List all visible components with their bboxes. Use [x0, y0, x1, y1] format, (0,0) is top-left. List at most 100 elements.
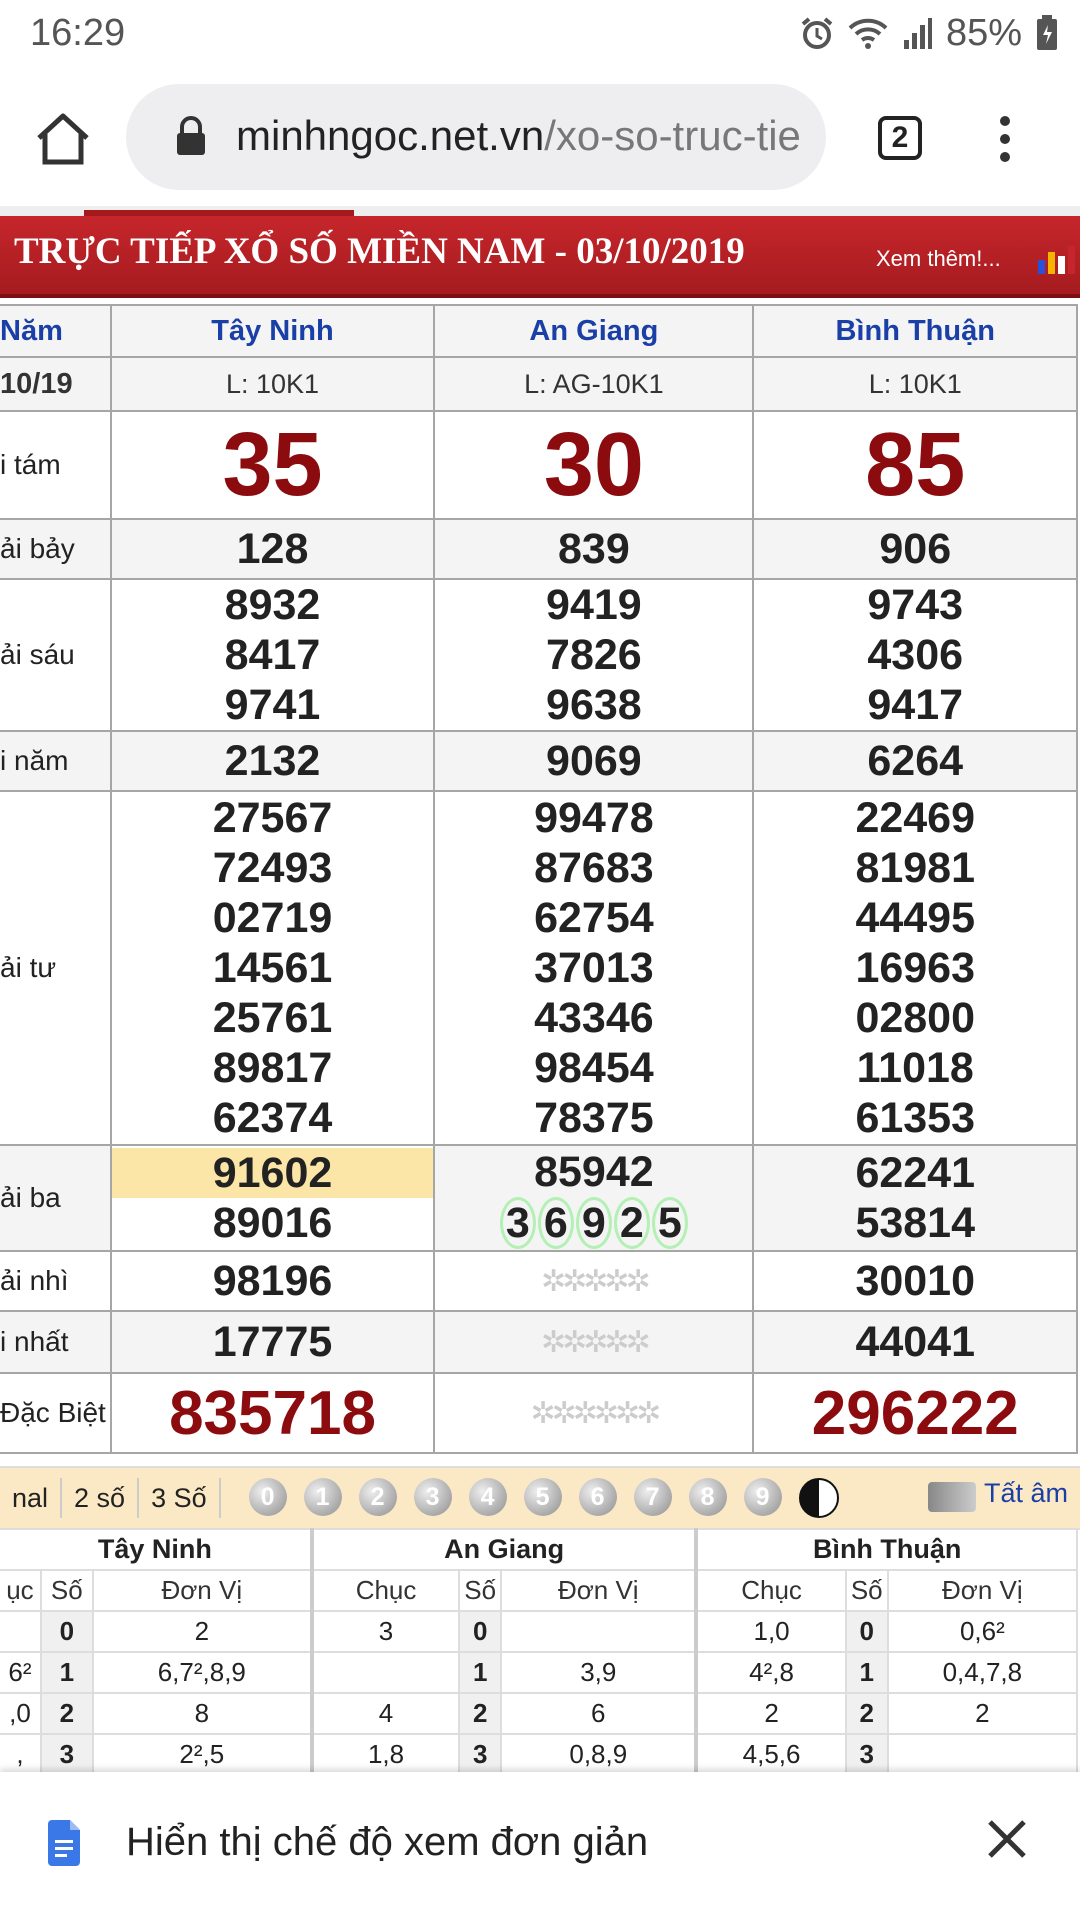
prize-g7-value: 839	[433, 518, 755, 580]
stats-cell: 2	[91, 1610, 314, 1653]
prize-g4-cell: 99478 87683 62754 37013 43346 98454 78375	[433, 790, 755, 1146]
province-name[interactable]: An Giang	[433, 304, 755, 358]
digit-filter-button[interactable]: 4	[468, 1478, 507, 1516]
lottery-code: L: 10K1	[109, 356, 436, 412]
prize-g3-value: 53814	[855, 1199, 976, 1247]
battery-percent: 85%	[945, 11, 1022, 54]
digit-filter-button[interactable]: 9	[743, 1478, 782, 1516]
special-prize-value: 296222	[752, 1372, 1078, 1454]
province-name[interactable]: Tây Ninh	[109, 304, 436, 358]
digit-filter-button[interactable]: 2	[358, 1478, 397, 1516]
url-path: /xo-so-truc-tie	[544, 112, 801, 159]
battery-icon	[1037, 15, 1057, 50]
tab-switcher-button[interactable]: 2	[878, 116, 922, 160]
stats-cell: 1,8	[310, 1733, 461, 1772]
prize-g4-value: 61353	[855, 1094, 976, 1142]
prize-g6-value: 9417	[867, 681, 964, 729]
prize-g4-cell: 27567 72493 02719 14561 25761 89817 62374	[109, 790, 436, 1146]
digit-filter-button[interactable]: 1	[303, 1478, 342, 1516]
url-text[interactable]: minhngoc.net.vn/xo-so-truc-tie	[236, 106, 806, 166]
stats-head-digit: 1	[844, 1651, 889, 1694]
banner-title: TRỰC TIẾP XỔ SỐ MIỀN NAM - 03/10/2019	[14, 231, 745, 272]
wifi-icon	[848, 18, 888, 49]
close-icon[interactable]	[984, 1816, 1030, 1862]
prize-g4-value: 43346	[534, 994, 654, 1042]
prize-g3-cell: 62241 53814	[752, 1144, 1078, 1252]
prize-label-g7: ải bảy	[0, 518, 112, 580]
prize-g4-value: 11018	[856, 1044, 974, 1092]
stats-cell: 0,4,7,8	[886, 1651, 1079, 1694]
prize-g5-value: 2132	[109, 730, 436, 792]
simplified-view-label[interactable]: Hiển thị chế độ xem đơn giản	[126, 1820, 648, 1865]
stats-column-header: Chục	[310, 1569, 461, 1612]
status-icons: 85%	[800, 10, 1058, 56]
digit-filter-button[interactable]: 7	[633, 1478, 672, 1516]
prize-label-g3: ải ba	[0, 1144, 112, 1252]
filter-option[interactable]: nal	[0, 1478, 63, 1518]
digit-filter-button[interactable]: 3	[413, 1478, 452, 1516]
yin-yang-icon[interactable]	[798, 1478, 839, 1518]
stats-head-digit: 1	[39, 1651, 94, 1694]
home-icon[interactable]	[34, 110, 92, 168]
prize-g1-pending: ✲✲✲✲✲	[433, 1310, 755, 1374]
prize-g6-value: 9743	[867, 581, 964, 629]
stats-province-name: Bình Thuận	[695, 1528, 1078, 1571]
stats-head-digit: 1	[458, 1651, 503, 1694]
digit-filter-button[interactable]: 8	[688, 1478, 727, 1516]
filter-option[interactable]: 3 Số	[139, 1478, 221, 1518]
prize-label-g4: ải tư	[0, 790, 112, 1146]
simplified-view-prompt[interactable]: Hiển thị chế độ xem đơn giản	[0, 1772, 1080, 1920]
sound-icon[interactable]	[928, 1482, 976, 1512]
spinner-icon: ✲✲✲✲✲	[541, 1325, 651, 1359]
toggle-all-sound-link[interactable]: Tất âm	[984, 1478, 1068, 1509]
stats-cell: 0,6²	[886, 1610, 1079, 1653]
signal-icon	[903, 18, 932, 49]
prize-g2-value: 30010	[752, 1250, 1078, 1312]
overflow-menu-icon[interactable]	[990, 112, 1020, 172]
prize-g4-value: 14561	[212, 944, 333, 992]
see-more-link[interactable]: Xem thêm!...	[876, 246, 1001, 272]
prize-g4-value: 62754	[534, 894, 654, 942]
prize-g6-value: 9741	[224, 681, 321, 729]
stats-cell: 2²,5	[91, 1733, 314, 1772]
prize-g3-value-highlighted: 91602	[111, 1148, 434, 1198]
stats-cell: 3	[310, 1610, 461, 1653]
stats-cell: 2	[886, 1692, 1079, 1735]
circled-digit: 2	[613, 1197, 650, 1249]
prize-g4-value: 99478	[534, 794, 654, 842]
address-bar[interactable]: minhngoc.net.vn/xo-so-truc-tie	[126, 84, 826, 190]
stats-column-header: Số	[844, 1569, 889, 1612]
prize-g4-value: 81981	[855, 844, 976, 892]
lottery-code: L: AG-10K1	[433, 356, 755, 412]
prize-g3-value: 89016	[212, 1199, 333, 1247]
stats-row: ,0 2 8 4 2 6 2 2 2	[0, 1692, 1079, 1735]
digit-filter-button[interactable]: 6	[578, 1478, 617, 1516]
prize-g4-value: 98454	[534, 1044, 654, 1092]
circled-digit: 6	[537, 1197, 574, 1249]
prize-g6-cell: 8932 8417 9741	[109, 578, 436, 732]
filter-option[interactable]: 2 số	[62, 1478, 140, 1518]
stats-cell: 6²	[0, 1651, 42, 1694]
digit-filter-button[interactable]: 0	[248, 1478, 287, 1516]
prize-g4-value: 44495	[855, 894, 976, 942]
prize-g4-value: 62374	[212, 1094, 333, 1142]
stats-head-digit: 0	[39, 1610, 94, 1653]
prize-g8-value: 35	[109, 410, 436, 520]
prize-g4-value: 27567	[212, 794, 333, 842]
province-name[interactable]: Bình Thuận	[752, 304, 1078, 358]
prize-label-g5: i năm	[0, 730, 112, 792]
prize-g4-value: 89817	[212, 1044, 333, 1092]
stats-cell: 6,7²,8,9	[91, 1651, 314, 1694]
results-table: Năm Tây Ninh An Giang Bình Thuận 10/19 L…	[0, 304, 1078, 1454]
digit-filter-button[interactable]: 5	[523, 1478, 562, 1516]
chart-icon[interactable]	[1036, 246, 1076, 276]
prize-g1-value: 44041	[752, 1310, 1078, 1374]
stats-head-digit: 2	[39, 1692, 94, 1735]
date-label: 10/19	[0, 356, 112, 412]
stats-column-header: Đơn Vị	[500, 1569, 699, 1612]
special-prize-value: 835718	[109, 1372, 436, 1454]
prize-g8-value: 30	[433, 410, 755, 520]
status-time: 16:29	[30, 12, 126, 54]
stats-row: 6² 1 6,7²,8,9 1 3,9 4²,8 1 0,4,7,8	[0, 1651, 1079, 1694]
stats-column-header: Số	[39, 1569, 94, 1612]
